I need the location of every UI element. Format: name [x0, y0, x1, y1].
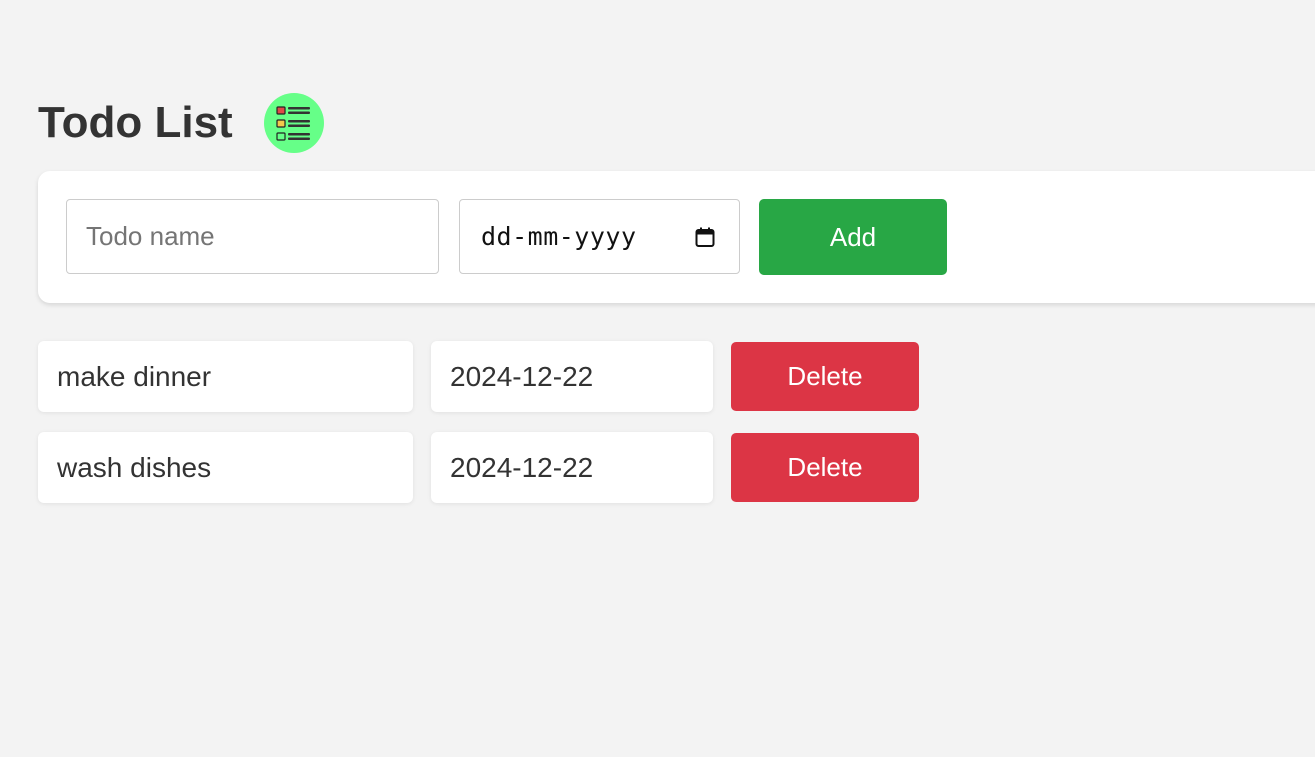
todo-item-date: 2024-12-22	[431, 432, 713, 503]
todo-item-date: 2024-12-22	[431, 341, 713, 412]
todo-item: make dinner 2024-12-22 Delete	[38, 341, 938, 412]
delete-button[interactable]: Delete	[731, 342, 919, 411]
todo-item-name: wash dishes	[38, 432, 413, 503]
page-header: Todo List	[38, 92, 324, 154]
page-title: Todo List	[38, 98, 233, 147]
delete-button[interactable]: Delete	[731, 433, 919, 502]
add-button[interactable]: Add	[759, 199, 947, 275]
todo-list-icon	[263, 93, 324, 153]
todo-item: wash dishes 2024-12-22 Delete	[38, 432, 938, 503]
date-placeholder: dd-mm-yyyy	[481, 222, 637, 251]
add-todo-form: dd-mm-yyyy Add	[38, 171, 1315, 303]
todo-list: make dinner 2024-12-22 Delete wash dishe…	[38, 341, 938, 523]
calendar-icon[interactable]	[692, 224, 718, 250]
todo-name-input[interactable]	[66, 199, 439, 274]
todo-item-name: make dinner	[38, 341, 413, 412]
todo-date-input[interactable]: dd-mm-yyyy	[459, 199, 740, 274]
